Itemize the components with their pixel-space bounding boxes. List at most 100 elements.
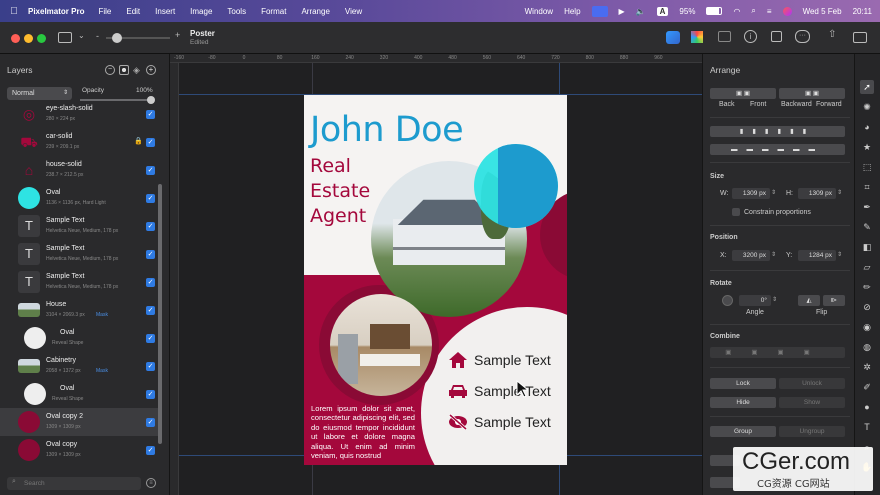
stepper-icon[interactable]: ⇕ <box>771 251 776 258</box>
text-input-icon[interactable]: A <box>656 6 669 16</box>
arrange-tool-icon[interactable]: ➚ <box>860 80 874 94</box>
layer-visibility-checkbox[interactable]: ✓ <box>146 306 155 315</box>
menu-view[interactable]: View <box>345 7 362 16</box>
stepper-icon[interactable]: ⇕ <box>772 296 777 303</box>
photo-browser-icon[interactable] <box>718 31 731 42</box>
retouch-tool-icon[interactable]: ⊘ <box>860 300 874 314</box>
layer-visibility-checkbox[interactable]: ✓ <box>146 362 155 371</box>
zoom-button[interactable] <box>37 34 46 43</box>
play-icon[interactable]: ▶ <box>619 7 625 16</box>
constrain-checkbox[interactable] <box>732 208 740 216</box>
stepper-icon[interactable]: ⇕ <box>837 251 842 258</box>
control-center-icon[interactable]: ≡ <box>767 7 772 16</box>
effects-icon[interactable] <box>691 31 703 43</box>
opacity-slider[interactable] <box>80 96 155 104</box>
zoom-out-icon[interactable]: - <box>96 31 99 41</box>
menu-window[interactable]: Window <box>525 7 553 16</box>
width-field[interactable]: 1309 px <box>732 188 770 199</box>
sidebar-toggle-icon[interactable] <box>58 32 72 43</box>
opacity-slider-knob[interactable] <box>147 96 155 104</box>
search-icon[interactable]: ⌕ <box>751 6 755 16</box>
zoom-slider[interactable] <box>106 33 170 43</box>
height-field[interactable]: 1309 px <box>798 188 836 199</box>
sharpen-tool-icon[interactable]: ✲ <box>860 360 874 374</box>
y-field[interactable]: 1284 px <box>798 250 836 261</box>
brush-tool-icon[interactable]: ✎ <box>860 220 874 234</box>
zoom-in-icon[interactable]: + <box>175 30 180 40</box>
siri-icon[interactable] <box>782 6 792 16</box>
layer-row[interactable]: Oval copy 1309 × 1309 px ✓ <box>0 436 158 464</box>
layer-visibility-checkbox[interactable]: ✓ <box>146 166 155 175</box>
style-tool-icon[interactable]: ✺ <box>860 100 874 114</box>
layers-stack-icon[interactable]: ◈ <box>133 65 140 76</box>
group-button[interactable]: Group <box>710 426 776 437</box>
layer-row[interactable]: Cabinetry 2058 × 1372 px Mask ✓ <box>0 352 158 380</box>
color-adjust-icon[interactable] <box>666 31 680 44</box>
layer-visibility-checkbox[interactable]: ✓ <box>146 278 155 287</box>
mask-badge[interactable]: Mask <box>96 312 108 318</box>
angle-field[interactable]: 0° <box>739 295 771 306</box>
layer-visibility-checkbox[interactable]: ✓ <box>146 222 155 231</box>
mask-icon[interactable] <box>119 65 129 75</box>
show-button[interactable]: Show <box>779 397 845 408</box>
gradient-tool-icon[interactable]: ◧ <box>860 240 874 254</box>
layer-visibility-checkbox[interactable]: ✓ <box>146 418 155 427</box>
battery-icon[interactable] <box>706 7 723 15</box>
layer-visibility-checkbox[interactable]: ✓ <box>146 110 155 119</box>
angle-dial[interactable] <box>722 295 733 306</box>
volume-icon[interactable]: 🔈 <box>636 7 646 16</box>
layer-row[interactable]: ⌂ house-solid 238.7 × 212.5 px ✓ <box>0 156 158 184</box>
info-icon[interactable]: i <box>744 30 757 43</box>
menu-help[interactable]: Help <box>564 7 580 16</box>
pencil-tool-icon[interactable]: ✏ <box>860 280 874 294</box>
crop-tool-icon[interactable]: ⌗ <box>860 180 874 194</box>
share-icon[interactable]: ⇧ <box>828 29 836 40</box>
layer-visibility-checkbox[interactable]: ✓ <box>146 194 155 203</box>
menu-arrange[interactable]: Arrange <box>301 7 329 16</box>
inspector-toggle-icon[interactable] <box>853 32 867 43</box>
fill-tool-icon[interactable]: ◍ <box>860 340 874 354</box>
color-adjust-tool-icon[interactable]: ◕ <box>860 120 874 134</box>
layer-row[interactable]: House 3104 × 2069.3 px Mask ✓ <box>0 296 158 324</box>
pen-tool-icon[interactable]: ✒ <box>860 200 874 214</box>
eraser-tool-icon[interactable]: ▱ <box>860 260 874 274</box>
mask-badge[interactable]: Mask <box>96 368 108 374</box>
layer-row[interactable]: T Sample Text Helvetica Neue, Medium, 178 … <box>0 240 158 268</box>
menu-insert[interactable]: Insert <box>155 7 175 16</box>
menu-format[interactable]: Format <box>261 7 286 16</box>
more-icon[interactable]: ··· <box>795 30 810 43</box>
layer-row[interactable]: T Sample Text Helvetica Neue, Medium, 178 … <box>0 268 158 296</box>
minimize-button[interactable] <box>24 34 33 43</box>
layer-row[interactable]: ◎ eye-slash-solid 280 × 224 px ✓ <box>0 104 158 128</box>
type-tool-icon[interactable]: T <box>860 420 874 434</box>
clone-tool-icon[interactable]: ◉ <box>860 320 874 334</box>
layer-list-scrollbar[interactable] <box>158 184 162 444</box>
flip-horizontal-button[interactable]: ◭ <box>798 295 820 306</box>
layer-row[interactable]: T Sample Text Helvetica Neue, Medium, 178 … <box>0 212 158 240</box>
screen-mirror-icon[interactable] <box>591 5 608 17</box>
x-field[interactable]: 3200 px <box>732 250 770 261</box>
crop-icon[interactable] <box>771 31 782 42</box>
close-button[interactable] <box>11 34 20 43</box>
send-back-button[interactable]: ▣ ▣ <box>710 88 776 99</box>
menu-tools[interactable]: Tools <box>227 7 246 16</box>
layer-search-field[interactable]: ⌕ Search <box>7 477 141 490</box>
lock-button[interactable]: Lock <box>710 378 776 389</box>
layer-row[interactable]: Oval 1136 × 1136 px, Hard Light ✓ <box>0 184 158 212</box>
menu-image[interactable]: Image <box>190 7 212 16</box>
layer-row[interactable]: ⛟ car-solid 239 × 209.1 px 🔒 ✓ <box>0 128 158 156</box>
selection-tool-icon[interactable]: ⬚ <box>860 160 874 174</box>
apple-icon[interactable]:  <box>0 6 28 17</box>
send-backward-button[interactable]: ▣ ▣ <box>779 88 845 99</box>
app-menu[interactable]: Pixelmator Pro <box>28 7 84 16</box>
canvas-area[interactable]: -160 -80 0 80 160 240 320 400 480 560 640 720 800 880… <box>170 54 702 495</box>
layer-visibility-checkbox[interactable]: ✓ <box>146 390 155 399</box>
poster-artboard[interactable]: John Doe Real Estate Agent Sample Text S… <box>304 95 567 465</box>
layer-row[interactable]: Oval Reveal Shape ✓ <box>0 324 158 352</box>
layer-visibility-checkbox[interactable]: ✓ <box>146 250 155 259</box>
stepper-icon[interactable]: ⇕ <box>771 189 776 196</box>
layer-visibility-checkbox[interactable]: ✓ <box>146 138 155 147</box>
add-layer-icon[interactable]: + <box>146 65 156 75</box>
combine-buttons[interactable]: ▣▣▣▣ <box>710 347 845 358</box>
smudge-tool-icon[interactable]: ✐ <box>860 380 874 394</box>
